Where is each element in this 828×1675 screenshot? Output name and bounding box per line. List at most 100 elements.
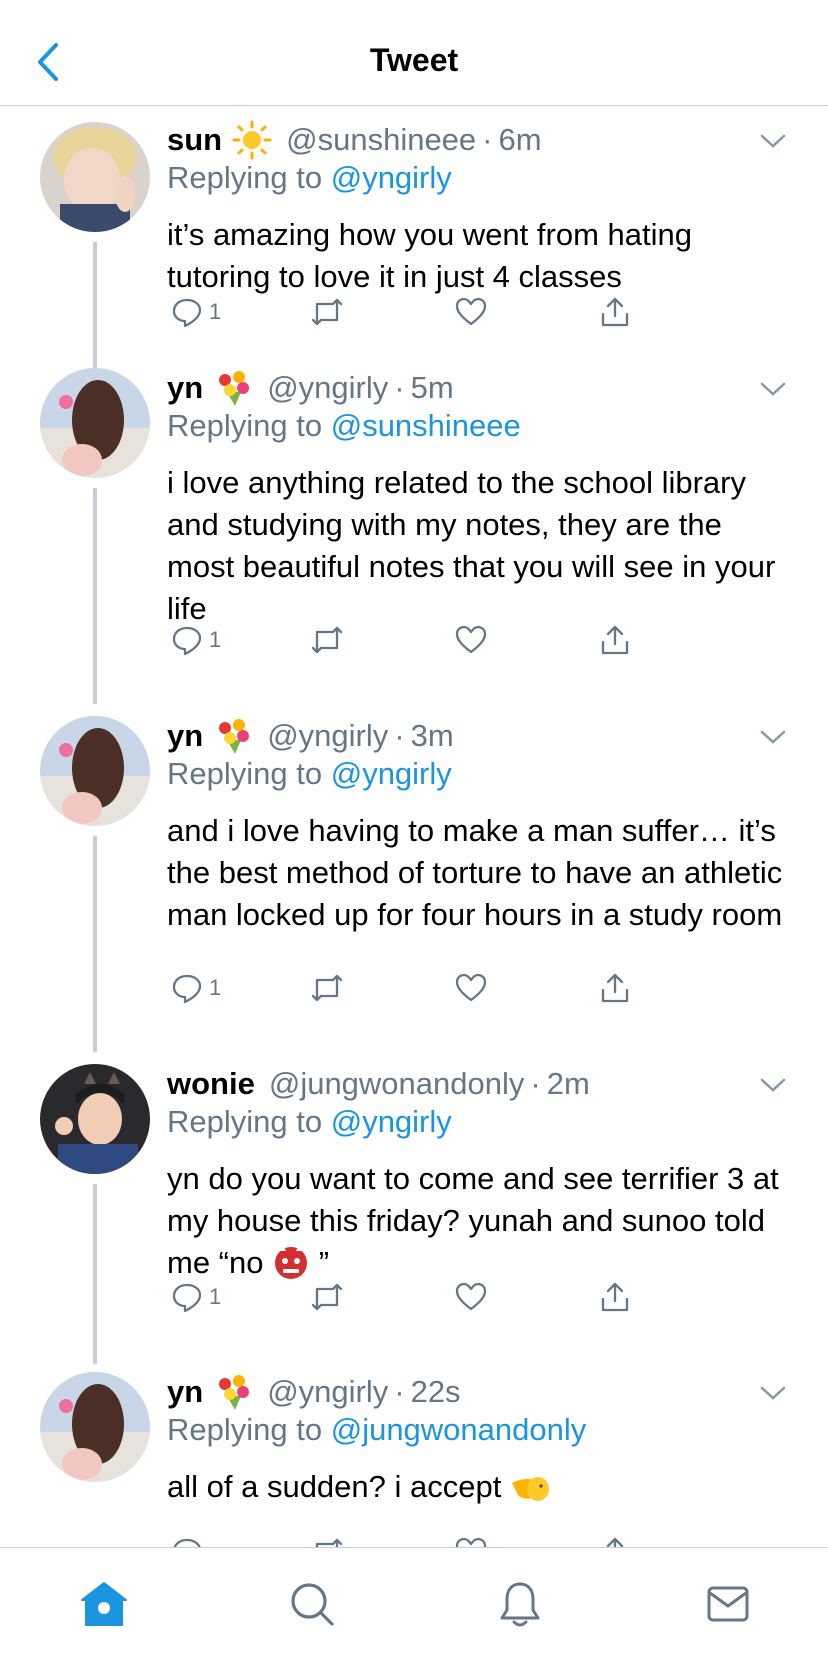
heart-icon — [455, 625, 487, 654]
avatar[interactable] — [40, 1064, 150, 1174]
retweet-button[interactable] — [309, 1277, 345, 1317]
reply-button[interactable]: 1 — [171, 620, 221, 660]
share-button[interactable] — [599, 620, 631, 660]
share-button[interactable] — [599, 1277, 631, 1317]
tweet-header: sun @sunshineee · 6m — [167, 120, 542, 160]
user-handle[interactable]: @sunshineee — [286, 122, 476, 158]
chevron-down-icon[interactable] — [758, 1378, 788, 1408]
heart-icon — [455, 973, 487, 1002]
retweet-button[interactable] — [309, 1532, 345, 1547]
share-button[interactable] — [599, 1532, 631, 1547]
share-button[interactable] — [599, 292, 631, 332]
home-icon — [81, 1582, 127, 1626]
share-icon — [601, 1282, 629, 1312]
share-button[interactable] — [599, 968, 631, 1008]
mention-link[interactable]: @yngirly — [331, 160, 452, 195]
retweet-icon — [311, 626, 343, 654]
share-icon — [606, 1537, 624, 1547]
reply-icon — [172, 298, 202, 328]
reply-button[interactable]: 1 — [171, 968, 221, 1008]
display-name[interactable]: yn — [167, 370, 203, 406]
reply-icon — [172, 974, 202, 1004]
tweet-text: and i love having to make a man suffer… … — [167, 813, 783, 932]
reply-icon — [173, 1538, 201, 1547]
mention-link[interactable]: @yngirly — [331, 756, 452, 791]
bouquet-emoji — [213, 716, 253, 756]
tweet-header: yn @yngirly · 5m — [167, 368, 454, 408]
retweet-icon — [311, 298, 343, 326]
tweet-item[interactable]: yn @yngirly · 22s Replying to @jungwonan… — [0, 1372, 828, 1547]
display-name[interactable]: yn — [167, 718, 203, 754]
heart-icon — [455, 1537, 487, 1547]
like-button[interactable] — [455, 968, 487, 1008]
chevron-down-icon[interactable] — [758, 722, 788, 752]
tweet-item[interactable]: sun @sunshineee · 6m Replying to @yngirl… — [0, 120, 828, 380]
replying-to: Replying to @jungwonandonly — [167, 1412, 587, 1447]
tweet-item[interactable]: wonie @jungwonandonly · 2m Replying to @… — [0, 1064, 828, 1364]
reply-button[interactable] — [171, 1532, 203, 1547]
replying-to: Replying to @yngirly — [167, 160, 452, 195]
tweet-header: wonie @jungwonandonly · 2m — [167, 1064, 590, 1104]
like-button[interactable] — [455, 620, 487, 660]
bell-icon — [500, 1582, 540, 1627]
display-name[interactable]: wonie — [167, 1066, 255, 1102]
like-button[interactable] — [455, 292, 487, 332]
retweet-button[interactable] — [309, 292, 345, 332]
replying-to: Replying to @sunshineee — [167, 408, 521, 443]
thread-line — [93, 488, 97, 704]
tab-search[interactable] — [282, 1574, 342, 1634]
bouquet-emoji — [213, 1372, 253, 1412]
timestamp: 5m — [410, 370, 454, 405]
avatar[interactable] — [40, 716, 150, 826]
timestamp: 3m — [410, 718, 454, 753]
mention-link[interactable]: @jungwonandonly — [331, 1412, 587, 1447]
thread-line — [93, 1184, 97, 1364]
avatar[interactable] — [40, 122, 150, 232]
tab-messages[interactable] — [698, 1574, 758, 1634]
like-button[interactable] — [455, 1277, 487, 1317]
display-name[interactable]: yn — [167, 1374, 203, 1410]
reply-icon — [172, 626, 202, 656]
avatar[interactable] — [40, 368, 150, 478]
reply-button[interactable]: 1 — [171, 292, 221, 332]
tweet-text: it’s amazing how you went from hating tu… — [167, 217, 692, 294]
user-handle[interactable]: @yngirly — [267, 370, 388, 406]
pointing-hand-emoji — [511, 1477, 549, 1501]
separator-dot: · — [394, 718, 405, 753]
replying-to: Replying to @yngirly — [167, 1104, 452, 1139]
avatar[interactable] — [40, 1372, 150, 1482]
thread-line — [93, 242, 97, 380]
reply-button[interactable]: 1 — [171, 1277, 221, 1317]
tweet-header: yn @yngirly · 3m — [167, 716, 454, 756]
thread-line — [93, 836, 97, 1052]
tab-notifications[interactable] — [490, 1574, 550, 1634]
share-icon — [601, 297, 629, 327]
mail-icon — [707, 1586, 749, 1622]
user-handle[interactable]: @yngirly — [267, 1374, 388, 1410]
retweet-button[interactable] — [309, 620, 345, 660]
sun-emoji — [232, 120, 272, 160]
tweet-actions: 1 — [167, 292, 687, 332]
tweet-item[interactable]: yn @yngirly · 3m Replying to @yngirly an… — [0, 716, 828, 1052]
mention-link[interactable]: @sunshineee — [331, 408, 521, 443]
share-icon — [601, 973, 629, 1003]
separator-dot: · — [530, 1066, 541, 1101]
mention-link[interactable]: @yngirly — [331, 1104, 452, 1139]
retweet-icon — [315, 1538, 343, 1547]
timestamp: 6m — [498, 122, 542, 157]
separator-dot: · — [394, 1374, 405, 1409]
chevron-down-icon[interactable] — [758, 1070, 788, 1100]
chevron-down-icon[interactable] — [758, 374, 788, 404]
tweet-thread[interactable]: sun @sunshineee · 6m Replying to @yngirl… — [0, 106, 828, 1547]
like-button[interactable] — [455, 1532, 487, 1547]
top-nav-bar: Tweet — [0, 0, 828, 106]
tweet-item[interactable]: yn @yngirly · 5m Replying to @sunshineee… — [0, 368, 828, 704]
tab-home[interactable] — [74, 1574, 134, 1634]
display-name[interactable]: sun — [167, 122, 222, 158]
retweet-button[interactable] — [309, 968, 345, 1008]
user-handle[interactable]: @yngirly — [267, 718, 388, 754]
user-handle[interactable]: @jungwonandonly — [269, 1066, 525, 1102]
retweet-icon — [311, 974, 343, 1002]
heart-icon — [455, 297, 487, 326]
chevron-down-icon[interactable] — [758, 126, 788, 156]
